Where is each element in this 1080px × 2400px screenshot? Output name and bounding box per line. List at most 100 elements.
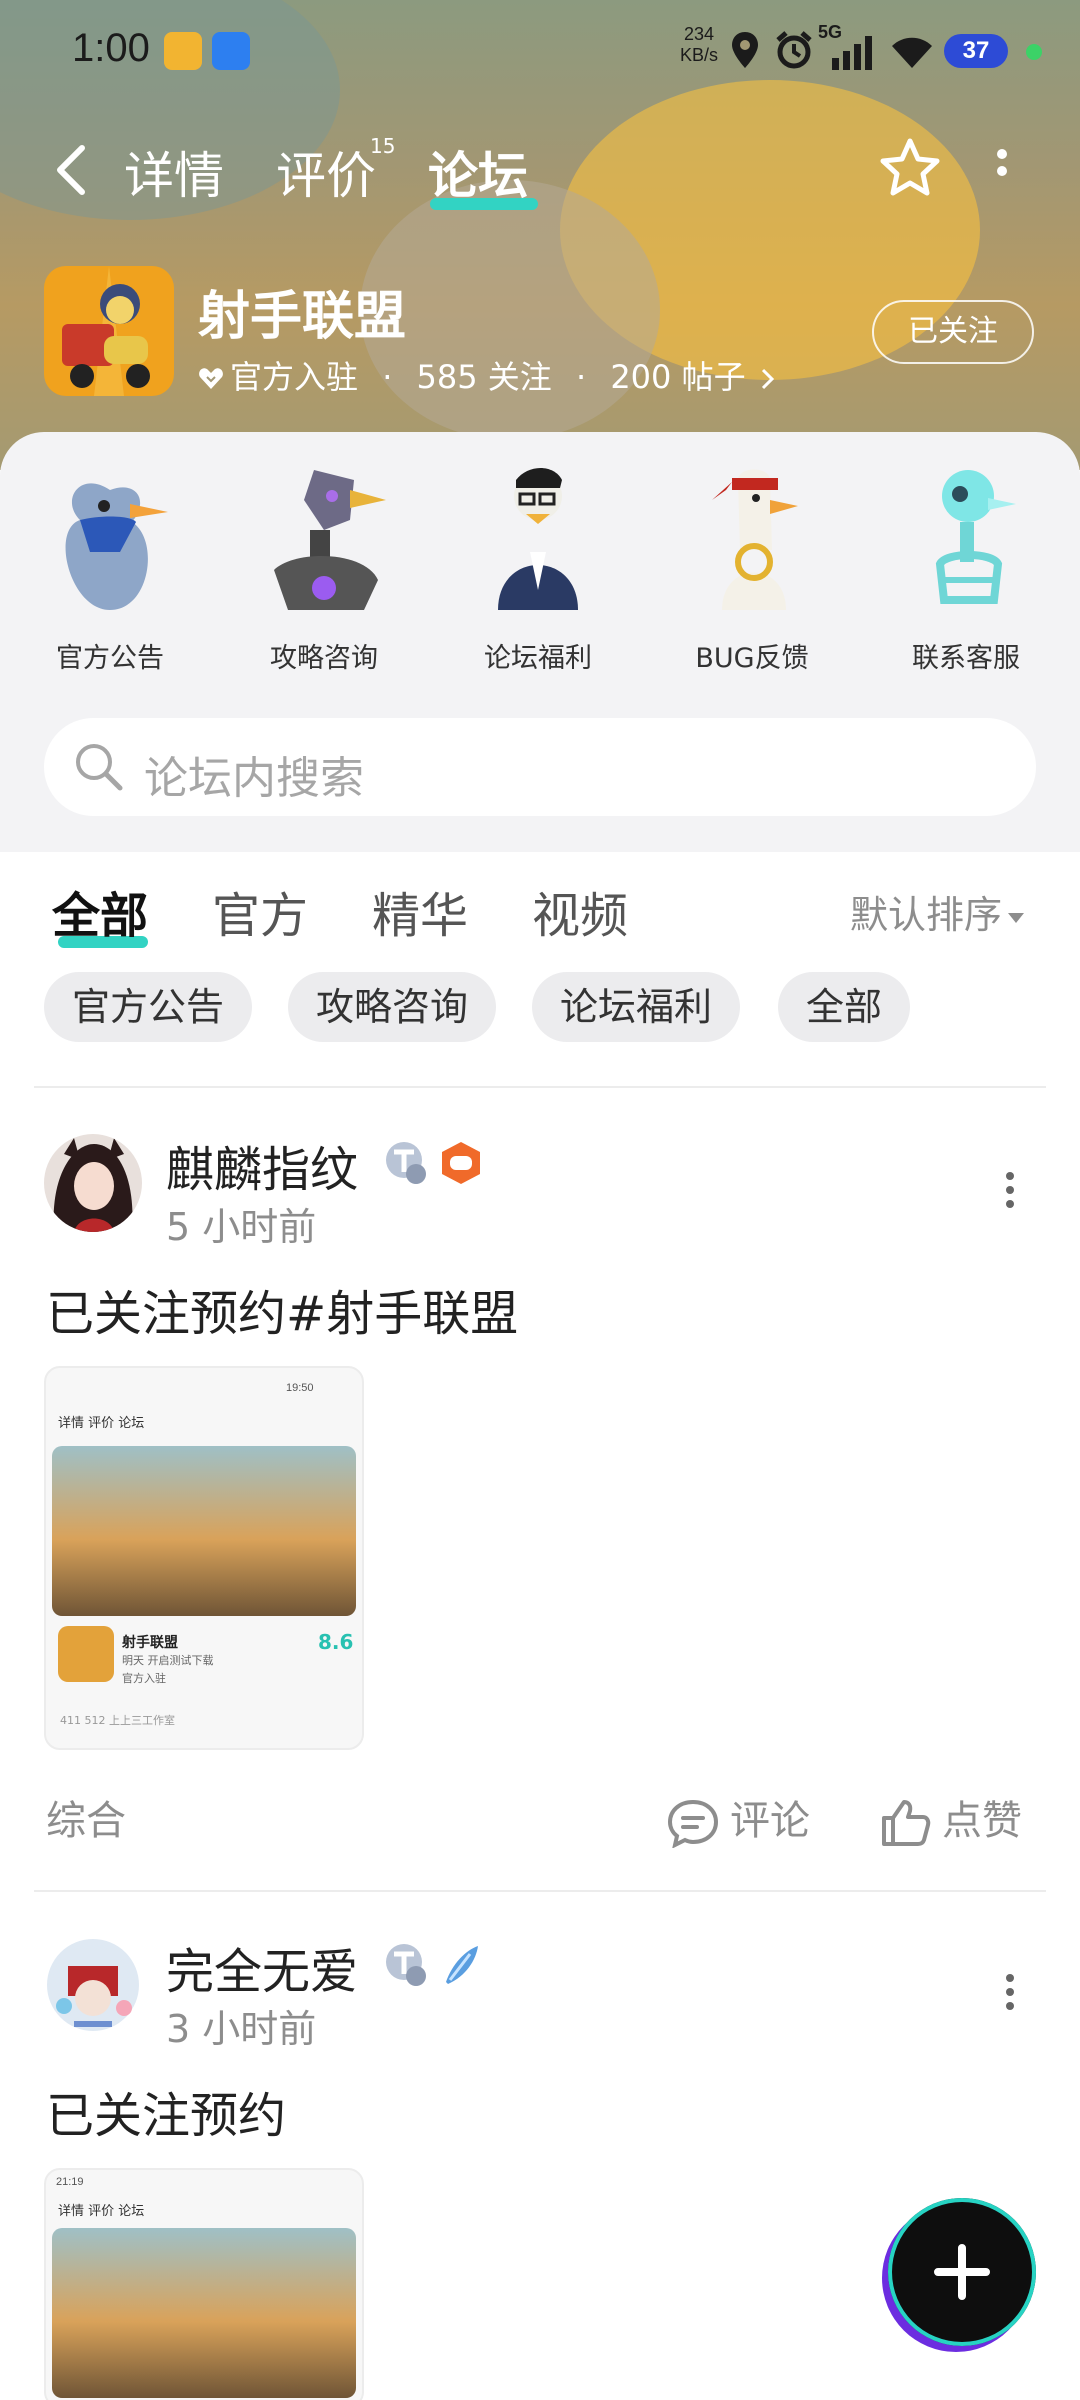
thumb-game-banner	[52, 1446, 356, 1616]
search-icon	[76, 744, 123, 791]
category-label: 论坛福利	[484, 643, 592, 674]
post-time: 3 小时前	[166, 2007, 317, 2051]
avatar[interactable]	[44, 1936, 142, 2034]
thumb-official: 官方入驻	[122, 1672, 166, 1685]
location-icon	[732, 32, 758, 68]
battery-indicator: 37	[944, 34, 1008, 68]
thumb-nav: 详情 评价 论坛	[58, 2204, 145, 2219]
game-header-banner: 1:00 234 KB/s 5G 37 详情 评价 15 论坛 射手联盟 官方入…	[0, 0, 1080, 470]
thumb-stats: 411 512 上上三工作室	[60, 1714, 175, 1727]
chip-forum-benefits[interactable]: 论坛福利	[532, 972, 741, 1042]
category-label: 官方公告	[56, 643, 164, 674]
thumb-status-time: 21:19	[56, 2176, 84, 2188]
meta-separator: ·	[382, 358, 393, 396]
post-category: 综合	[46, 1798, 126, 1844]
post-image[interactable]: 21:19 详情 评价 论坛	[44, 2168, 364, 2400]
post-text: 已关注预约#射手联盟	[46, 1286, 519, 1342]
tab-details[interactable]: 详情	[124, 136, 224, 208]
feed-tabs: 全部 官方 精华 视频 默认排序	[0, 860, 1080, 970]
post-text: 已关注预约	[46, 2088, 287, 2144]
gamer-badge-icon	[442, 1142, 480, 1184]
chip-all[interactable]: 全部	[778, 972, 911, 1042]
alarm-icon	[776, 31, 812, 69]
follow-button[interactable]: 已关注	[872, 300, 1034, 364]
search-input[interactable]: 论坛内搜索	[144, 742, 364, 806]
feed-tab-featured[interactable]: 精华	[372, 876, 468, 946]
network-speed: 234 KB/s	[680, 24, 718, 66]
thumb-game-banner	[52, 2228, 356, 2398]
signal-icon	[832, 36, 872, 70]
plus-icon	[934, 2244, 990, 2300]
notification-app-icon	[164, 32, 202, 70]
sort-label: 默认排序	[850, 893, 1003, 937]
favorite-star-icon[interactable]	[878, 136, 942, 200]
tab-reviews[interactable]: 评价	[276, 136, 376, 208]
more-vertical-icon[interactable]	[990, 146, 1014, 196]
game-title: 射手联盟	[198, 287, 407, 347]
post-author[interactable]: 完全无爱	[166, 1932, 358, 2002]
like-label: 点赞	[942, 1798, 1022, 1844]
posts-count[interactable]: 200 帖子	[610, 358, 745, 396]
official-heart-icon	[199, 368, 223, 389]
feather-badge-icon	[446, 1946, 478, 1984]
comment-label: 评论	[730, 1798, 810, 1844]
game-meta: 官方入驻 · 585 关注 · 200 帖子	[198, 352, 776, 398]
thumb-score: 8.6	[318, 1630, 354, 1654]
status-time: 1:00	[72, 26, 150, 70]
goose-with-headband-icon	[712, 469, 798, 610]
category-bug-feedback[interactable]: BUG反馈	[662, 460, 842, 675]
comment-icon	[667, 1799, 719, 1849]
dropdown-triangle-icon	[1008, 912, 1025, 923]
divider	[34, 1890, 1046, 1892]
skeleton-goose-icon	[935, 470, 1016, 604]
level-badge-icon	[386, 1944, 426, 1986]
level-badge-icon	[386, 1142, 426, 1184]
official-tag: 官方入驻	[230, 358, 359, 396]
reviews-count: 15	[370, 134, 396, 158]
category-label: 攻略咨询	[270, 643, 378, 674]
sort-dropdown[interactable]: 默认排序	[850, 884, 1025, 939]
network-speed-value: 234	[683, 24, 715, 44]
game-icon[interactable]	[44, 266, 174, 396]
feed-tab-official[interactable]: 官方	[212, 876, 308, 946]
post-card[interactable]: 麒麟指纹 5 小时前 已关注预约#射手联盟 19:50 详情 评价 论坛 射手联…	[0, 1134, 1080, 1894]
post-more-icon[interactable]	[1000, 1170, 1020, 1210]
category-label: 联系客服	[912, 643, 1020, 674]
category-contact-support[interactable]: 联系客服	[876, 460, 1056, 675]
tab-forum[interactable]: 论坛	[428, 136, 528, 208]
goose-with-glasses-icon	[498, 468, 578, 610]
category-strategy-consult[interactable]: 攻略咨询	[234, 460, 414, 675]
wifi-icon	[892, 37, 932, 68]
divider	[34, 1086, 1046, 1088]
chip-strategy-consult[interactable]: 攻略咨询	[288, 972, 497, 1042]
feed-tab-all[interactable]: 全部	[52, 876, 148, 946]
back-icon[interactable]	[48, 142, 98, 198]
notification-plane-icon	[212, 32, 250, 70]
thumb-game-name: 射手联盟	[122, 1635, 178, 1651]
feed-tab-video[interactable]: 视频	[532, 876, 628, 946]
thumb-status-time: 19:50	[286, 1382, 314, 1394]
avatar[interactable]	[44, 1134, 142, 1232]
post-more-icon[interactable]	[1000, 1972, 1020, 2012]
category-label: BUG反馈	[695, 643, 809, 674]
thumb-nav: 详情 评价 论坛	[58, 1416, 145, 1431]
thumb-game-sub: 明天 开启测试下载	[122, 1654, 214, 1667]
forum-category-panel: 官方公告 攻略咨询 论坛福利 BUG反馈 联系客服 论坛内搜索	[0, 432, 1080, 852]
category-official-announcement[interactable]: 官方公告	[20, 460, 200, 675]
thumbs-up-icon	[882, 1800, 931, 1846]
comment-button[interactable]: 评论	[666, 1788, 810, 1849]
like-button[interactable]: 点赞	[880, 1788, 1022, 1848]
followers-count: 585 关注	[416, 358, 552, 396]
robot-goose-icon	[274, 470, 386, 610]
post-image[interactable]: 19:50 详情 评价 论坛 射手联盟 明天 开启测试下载 官方入驻 8.6 4…	[44, 1366, 364, 1750]
post-time: 5 小时前	[166, 1205, 317, 1249]
status-bar: 1:00 234 KB/s 5G 37	[0, 0, 1080, 100]
forum-search-bar[interactable]: 论坛内搜索	[44, 718, 1036, 816]
top-nav: 详情 评价 15 论坛	[0, 120, 1080, 220]
chevron-right-icon	[761, 368, 774, 390]
chip-official-announcement[interactable]: 官方公告	[44, 972, 253, 1042]
create-post-button[interactable]	[888, 2198, 1036, 2346]
post-author[interactable]: 麒麟指纹	[166, 1130, 358, 1200]
category-forum-benefits[interactable]: 论坛福利	[448, 460, 628, 675]
privacy-dot	[1026, 44, 1042, 60]
